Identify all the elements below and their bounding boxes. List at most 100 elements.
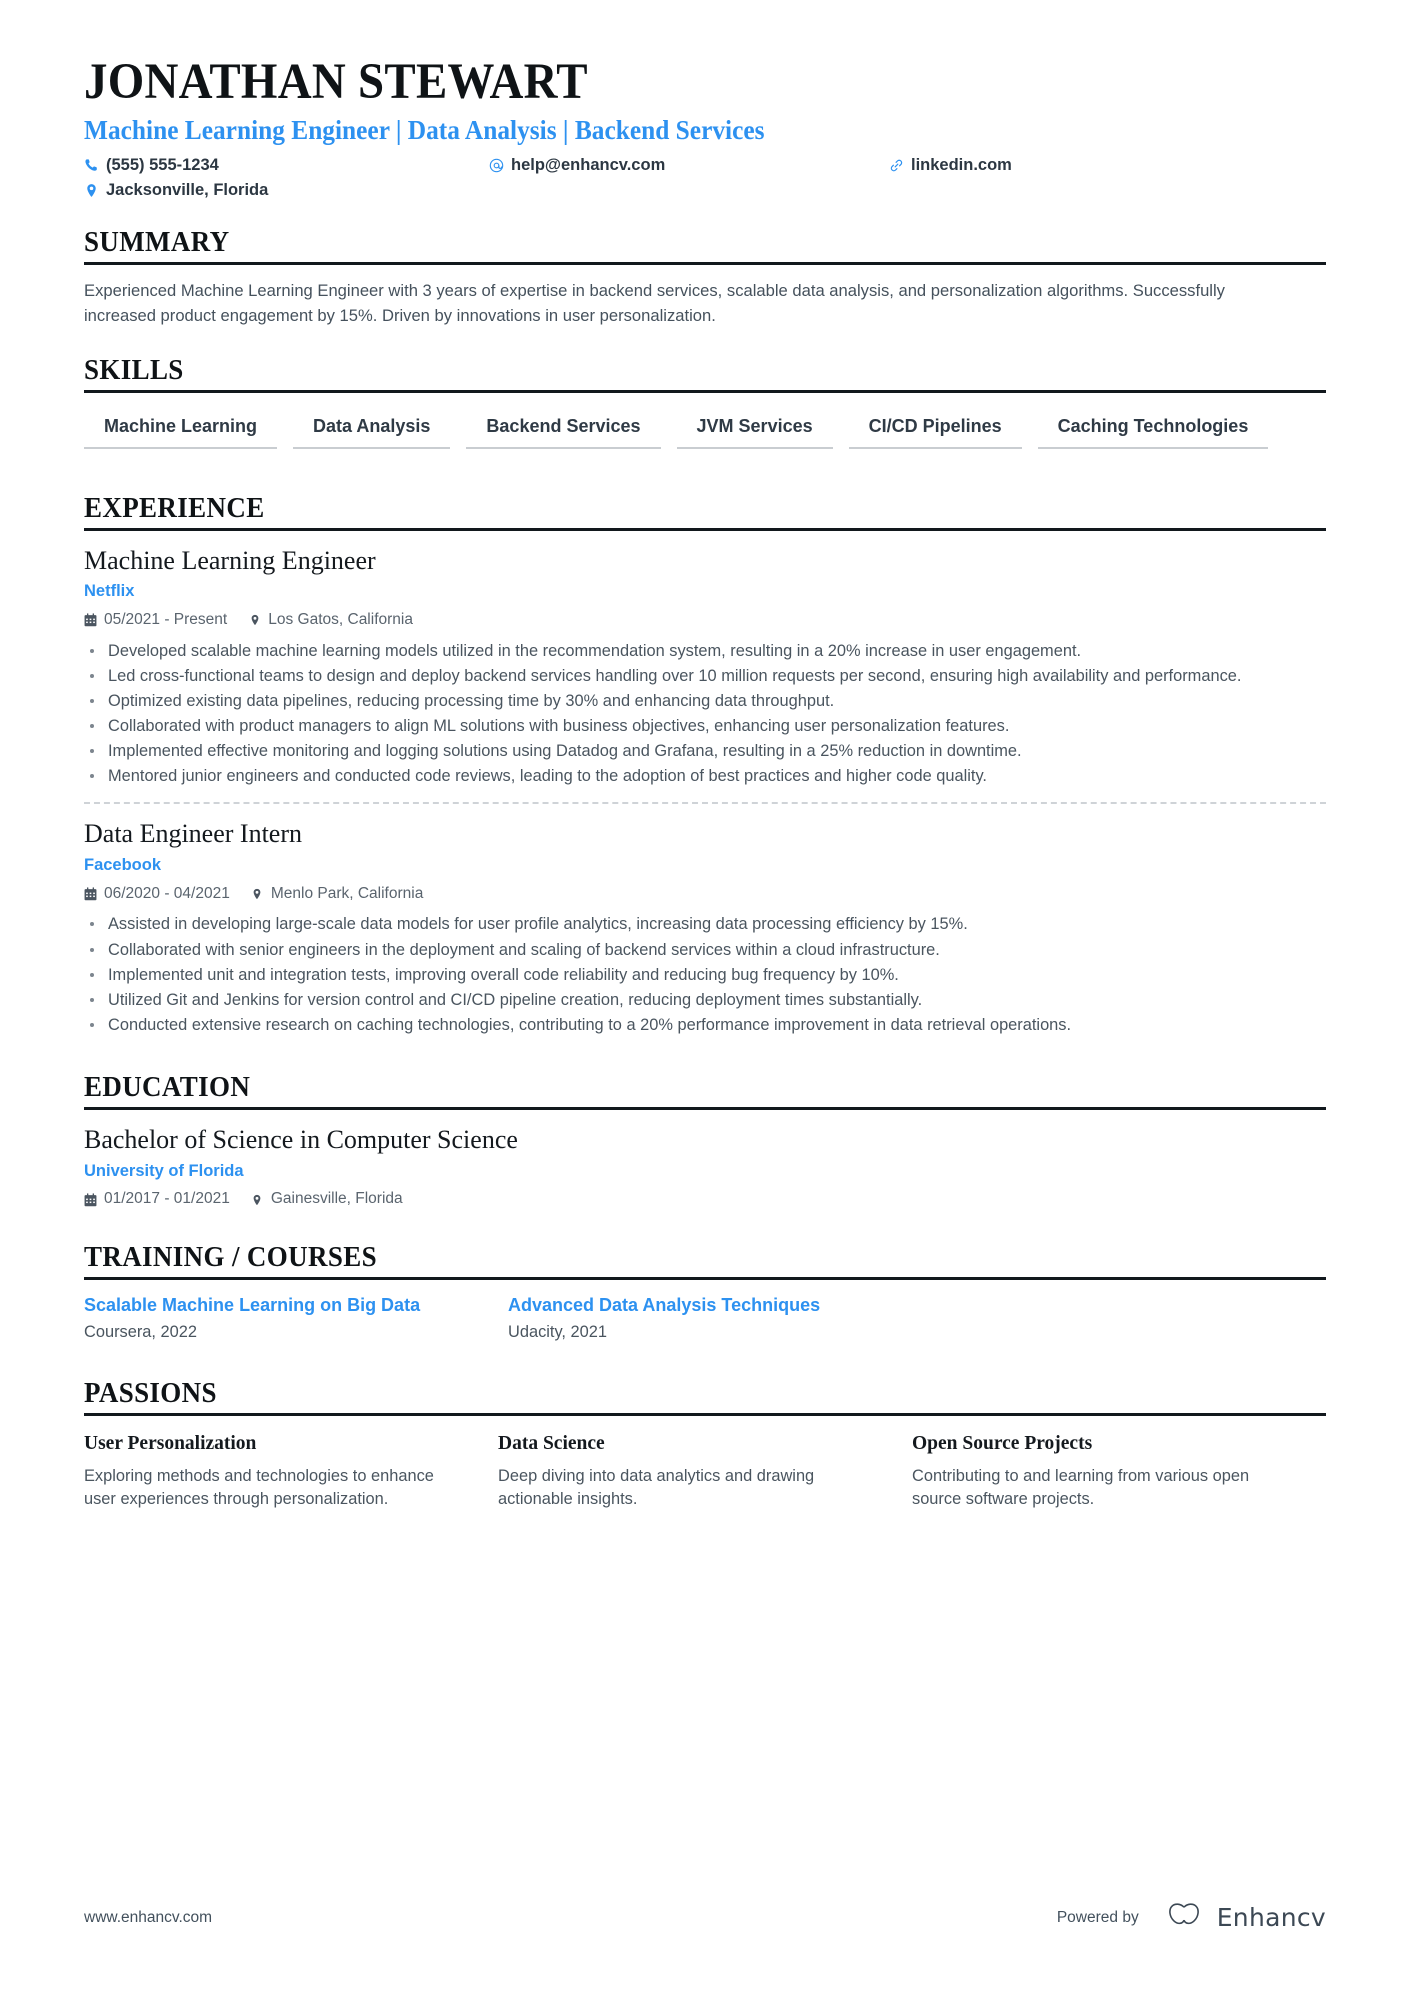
location-icon <box>251 887 264 901</box>
section-title-training: TRAINING / COURSES <box>84 1241 377 1274</box>
phone-icon <box>84 158 99 173</box>
experience-meta: 06/2020 - 04/2021 Menlo Park, California <box>84 885 1326 904</box>
courses-grid: Scalable Machine Learning on Big Data Co… <box>84 1294 1326 1343</box>
footer-brand-block: Powered by Enhancv <box>1057 1902 1326 1933</box>
section-rule <box>84 262 1326 266</box>
section-rule <box>84 527 1326 531</box>
section-experience: EXPERIENCE Machine Learning Engineer Net… <box>84 492 1326 1037</box>
contact-phone-text: (555) 555-1234 <box>106 155 219 174</box>
footer-url[interactable]: www.enhancv.com <box>84 1909 212 1927</box>
section-rule <box>84 389 1326 393</box>
experience-dates-text: 05/2021 - Present <box>104 611 228 629</box>
bullet-item: Implemented effective monitoring and log… <box>84 739 1314 763</box>
calendar-icon <box>84 887 97 901</box>
location-icon <box>248 613 261 627</box>
course-name[interactable]: Scalable Machine Learning on Big Data <box>84 1294 444 1317</box>
professional-headline: Machine Learning Engineer | Data Analysi… <box>84 115 765 146</box>
education-meta: 01/2017 - 01/2021 Gainesville, Florida <box>84 1190 1326 1209</box>
contact-email[interactable]: help@enhancv.com <box>489 156 889 176</box>
summary-text: Experienced Machine Learning Engineer wi… <box>84 281 1225 325</box>
experience-company[interactable]: Netflix <box>84 582 1326 602</box>
contact-linkedin-text: linkedin.com <box>911 155 1012 174</box>
experience-location-text: Menlo Park, California <box>270 884 424 902</box>
education-dates-text: 01/2017 - 01/2021 <box>104 1190 230 1208</box>
experience-company[interactable]: Facebook <box>84 856 1326 876</box>
skill-tag: Machine Learning <box>84 410 278 449</box>
education-school[interactable]: University of Florida <box>84 1162 1326 1182</box>
passion-item: Open Source Projects Contributing to and… <box>912 1432 1326 1511</box>
bullet-item: Mentored junior engineers and conducted … <box>84 764 1314 788</box>
experience-location: Los Gatos, California <box>248 611 413 630</box>
education-location-text: Gainesville, Florida <box>270 1190 403 1208</box>
experience-location: Menlo Park, California <box>251 885 423 904</box>
section-training: TRAINING / COURSES Scalable Machine Lear… <box>84 1241 1326 1343</box>
skill-tag: Data Analysis <box>293 410 451 449</box>
section-skills: SKILLS Machine Learning Data Analysis Ba… <box>84 354 1326 466</box>
section-title-passions: PASSIONS <box>84 1377 217 1410</box>
course-name[interactable]: Advanced Data Analysis Techniques <box>508 1294 868 1317</box>
page-footer: www.enhancv.com Powered by Enhancv <box>84 1902 1326 1933</box>
education-degree: Bachelor of Science in Computer Science <box>84 1124 518 1154</box>
education-location: Gainesville, Florida <box>251 1190 403 1209</box>
passions-grid: User Personalization Exploring methods a… <box>84 1432 1326 1511</box>
bullet-item: Implemented unit and integration tests, … <box>84 963 1314 987</box>
section-summary: SUMMARY Experienced Machine Learning Eng… <box>84 226 1326 327</box>
contact-location: Jacksonville, Florida <box>84 181 489 201</box>
powered-by-label: Powered by <box>1056 1908 1139 1926</box>
link-icon <box>889 158 904 173</box>
contact-block: (555) 555-1234 help@enhancv.com linkedin… <box>84 156 1326 201</box>
bullet-item: Collaborated with senior engineers in th… <box>84 938 1314 962</box>
contact-row-2: Jacksonville, Florida <box>84 181 1326 201</box>
section-title-education: EDUCATION <box>84 1070 251 1103</box>
section-title-experience: EXPERIENCE <box>84 491 265 524</box>
passion-item: Data Science Deep diving into data analy… <box>498 1432 912 1511</box>
contact-row-1: (555) 555-1234 help@enhancv.com linkedin… <box>84 156 1326 176</box>
resume-header: JONATHAN STEWART Machine Learning Engine… <box>84 0 1326 200</box>
location-icon <box>251 1193 264 1207</box>
calendar-icon <box>84 613 97 627</box>
education-entry: Bachelor of Science in Computer Science … <box>84 1124 1326 1209</box>
skill-tag: CI/CD Pipelines <box>848 410 1022 449</box>
experience-role: Machine Learning Engineer <box>84 545 376 575</box>
section-rule <box>84 1106 1326 1110</box>
course-provider: Coursera, 2022 <box>84 1323 197 1342</box>
skills-list: Machine Learning Data Analysis Backend S… <box>84 410 1326 466</box>
enhancv-brand-name: Enhancv <box>1216 1903 1326 1932</box>
bullet-item: Led cross-functional teams to design and… <box>84 664 1314 688</box>
course-item: Scalable Machine Learning on Big Data Co… <box>84 1294 508 1343</box>
passion-description: Deep diving into data analytics and draw… <box>498 1466 815 1509</box>
enhancv-logo-icon <box>1161 1902 1207 1933</box>
experience-role: Data Engineer Intern <box>84 819 303 849</box>
education-dates: 01/2017 - 01/2021 <box>84 1190 230 1209</box>
experience-bullets: Developed scalable machine learning mode… <box>84 639 1326 789</box>
section-rule <box>84 1413 1326 1417</box>
entry-divider <box>84 802 1326 805</box>
section-passions: PASSIONS User Personalization Exploring … <box>84 1377 1326 1511</box>
bullet-item: Utilized Git and Jenkins for version con… <box>84 988 1314 1012</box>
experience-location-text: Los Gatos, California <box>268 611 413 629</box>
location-icon <box>84 183 99 198</box>
experience-entry: Data Engineer Intern Facebook 06/2020 - … <box>84 818 1326 1037</box>
experience-dates: 06/2020 - 04/2021 <box>84 885 230 904</box>
enhancv-brand: Enhancv <box>1161 1902 1326 1933</box>
section-title-summary: SUMMARY <box>84 226 230 259</box>
page-title: JONATHAN STEWART <box>84 54 588 110</box>
bullet-item: Conducted extensive research on caching … <box>84 1013 1314 1037</box>
experience-dates-text: 06/2020 - 04/2021 <box>104 884 230 902</box>
bullet-item: Optimized existing data pipelines, reduc… <box>84 689 1314 713</box>
experience-dates: 05/2021 - Present <box>84 611 227 630</box>
section-education: EDUCATION Bachelor of Science in Compute… <box>84 1071 1326 1209</box>
passion-name: Open Source Projects <box>912 1433 1093 1455</box>
contact-email-text: help@enhancv.com <box>511 155 666 174</box>
passion-description: Exploring methods and technologies to en… <box>84 1466 434 1509</box>
bullet-item: Collaborated with product managers to al… <box>84 714 1314 738</box>
experience-meta: 05/2021 - Present Los Gatos, California <box>84 611 1326 630</box>
course-item: Advanced Data Analysis Techniques Udacit… <box>508 1294 1326 1343</box>
bullet-item: Developed scalable machine learning mode… <box>84 639 1314 663</box>
contact-phone[interactable]: (555) 555-1234 <box>84 156 489 176</box>
resume-page: JONATHAN STEWART Machine Learning Engine… <box>0 0 1410 1995</box>
experience-entry: Machine Learning Engineer Netflix 05/202… <box>84 545 1326 789</box>
skill-tag: Caching Technologies <box>1037 410 1269 449</box>
contact-linkedin[interactable]: linkedin.com <box>889 156 1012 176</box>
bullet-item: Assisted in developing large-scale data … <box>84 912 1314 936</box>
